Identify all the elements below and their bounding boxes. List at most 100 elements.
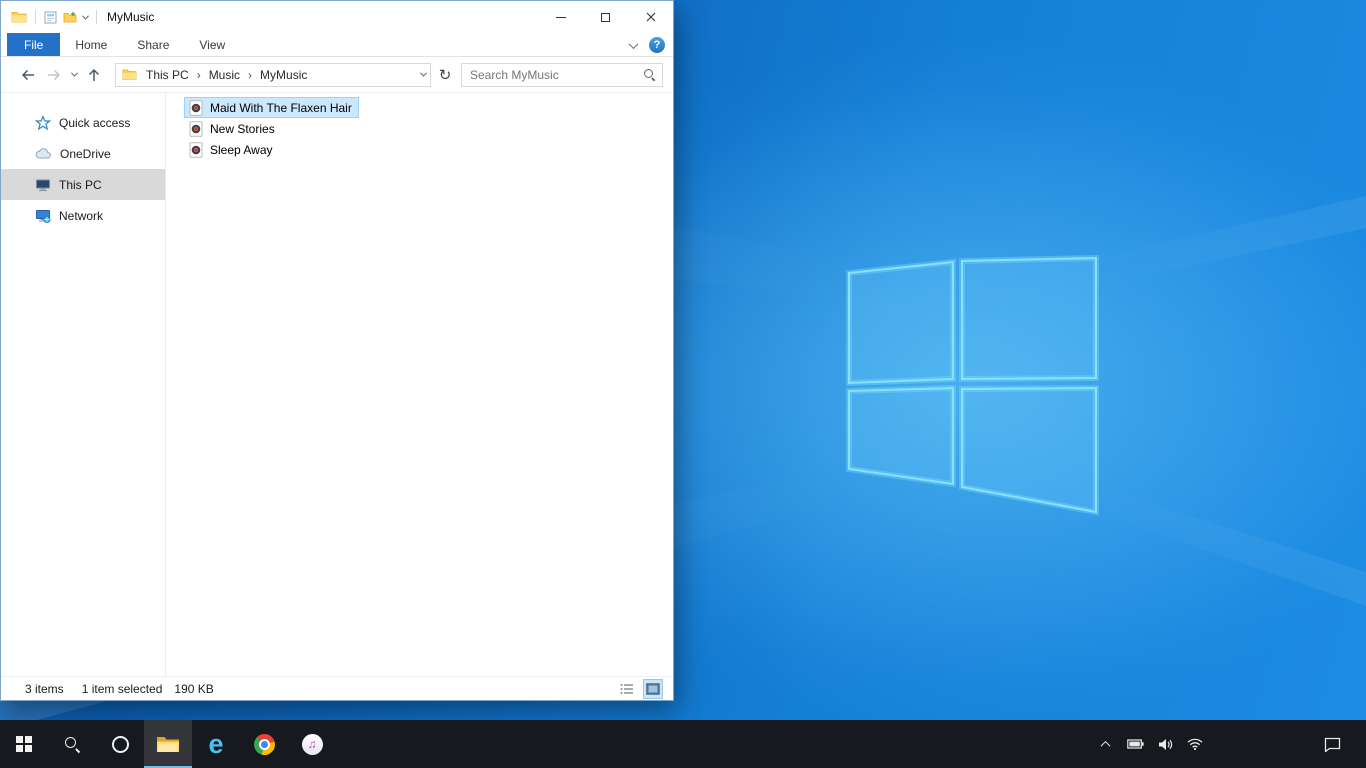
sidebar-item-onedrive[interactable]: OneDrive xyxy=(1,138,165,169)
forward-button[interactable] xyxy=(41,62,67,88)
sidebar-item-quick-access[interactable]: Quick access xyxy=(1,107,165,138)
file-explorer-icon xyxy=(157,737,179,752)
sidebar-item-label: Network xyxy=(59,208,104,223)
new-folder-icon[interactable] xyxy=(63,11,77,24)
sidebar-item-this-pc[interactable]: This PC xyxy=(1,169,165,200)
up-button[interactable] xyxy=(81,62,107,88)
music-file-icon xyxy=(189,99,203,116)
file-name: New Stories xyxy=(210,121,275,136)
sidebar-item-label: Quick access xyxy=(59,115,131,130)
ribbon-tab-bar: File Home Share View ? xyxy=(1,33,673,57)
taskbar-chrome-button[interactable] xyxy=(240,720,288,768)
chevron-down-icon xyxy=(70,69,78,77)
internet-explorer-icon: e xyxy=(208,728,224,759)
cloud-icon xyxy=(35,147,51,158)
chrome-icon xyxy=(253,733,275,755)
minimize-icon xyxy=(555,16,566,18)
desktop: MyMusic File Home Share View ? This PC ›… xyxy=(0,0,1366,768)
sidebar-item-label: OneDrive xyxy=(60,146,111,161)
tab-file[interactable]: File xyxy=(7,33,61,56)
navigation-pane: Quick access OneDrive This PC Network xyxy=(1,93,166,676)
recent-locations-button[interactable] xyxy=(67,62,81,88)
battery-status-button[interactable] xyxy=(1124,720,1146,768)
taskbar-itunes-button[interactable]: ♫ xyxy=(288,720,336,768)
start-button[interactable] xyxy=(0,720,48,768)
address-dropdown-chevron-icon[interactable] xyxy=(419,69,428,77)
tab-home[interactable]: Home xyxy=(60,33,122,56)
file-item-sleep-away[interactable]: Sleep Away xyxy=(184,139,280,160)
maximize-button[interactable] xyxy=(583,1,628,33)
help-icon[interactable]: ? xyxy=(649,37,665,53)
expand-ribbon-chevron-icon[interactable] xyxy=(628,38,639,49)
file-item-new-stories[interactable]: New Stories xyxy=(184,118,282,139)
separator xyxy=(35,10,36,24)
close-button[interactable] xyxy=(628,1,673,33)
breadcrumb-separator: › xyxy=(196,67,201,82)
network-status-button[interactable] xyxy=(1184,720,1206,768)
windows-logo-icon xyxy=(16,736,32,752)
view-switcher xyxy=(617,677,663,701)
music-file-icon xyxy=(189,141,203,158)
taskbar-file-explorer-button[interactable] xyxy=(144,720,192,768)
cortana-icon xyxy=(111,735,129,753)
breadcrumb-mymusic[interactable]: MyMusic xyxy=(256,68,311,82)
refresh-button[interactable]: ↻ xyxy=(433,63,457,87)
file-explorer-window: MyMusic File Home Share View ? This PC ›… xyxy=(0,0,674,701)
minimize-button[interactable] xyxy=(538,1,583,33)
battery-icon xyxy=(1126,739,1144,749)
folder-icon xyxy=(122,69,137,80)
cortana-button[interactable] xyxy=(96,720,144,768)
taskbar-internet-explorer-button[interactable]: e xyxy=(192,720,240,768)
star-icon xyxy=(35,114,51,130)
sidebar-item-network[interactable]: Network xyxy=(1,200,165,231)
tab-share[interactable]: Share xyxy=(122,33,184,56)
window-title: MyMusic xyxy=(107,10,155,24)
search-input[interactable] xyxy=(470,67,643,82)
status-selected-size: 190 KB xyxy=(174,681,214,696)
properties-icon[interactable] xyxy=(44,11,57,24)
back-arrow-icon xyxy=(21,69,34,80)
file-item-maid-with-the-flaxen-hair[interactable]: Maid With The Flaxen Hair xyxy=(184,97,359,118)
details-view-button[interactable] xyxy=(617,679,637,699)
status-bar: 3 items 1 item selected 190 KB xyxy=(1,676,673,700)
search-icon xyxy=(65,737,79,751)
breadcrumb-music[interactable]: Music xyxy=(205,68,244,82)
breadcrumb-separator: › xyxy=(248,67,253,82)
ribbon-right-controls: ? xyxy=(628,33,665,57)
large-icons-view-icon xyxy=(646,683,660,695)
title-bar[interactable]: MyMusic xyxy=(1,1,673,33)
computer-icon xyxy=(36,179,50,191)
itunes-icon: ♫ xyxy=(301,733,323,755)
customize-toolbar-chevron-icon[interactable] xyxy=(81,12,90,20)
file-list[interactable]: Maid With The Flaxen Hair New Stories Sl… xyxy=(166,93,673,676)
maximize-icon xyxy=(601,12,610,22)
network-icon xyxy=(36,209,51,223)
up-arrow-icon xyxy=(88,68,100,81)
back-button[interactable] xyxy=(15,62,41,88)
action-center-icon xyxy=(1324,737,1340,752)
address-bar[interactable]: This PC › Music › MyMusic xyxy=(115,62,431,87)
forward-arrow-icon xyxy=(48,69,61,80)
close-icon xyxy=(646,12,655,22)
taskbar: e ♫ xyxy=(0,720,1366,768)
search-icon[interactable] xyxy=(643,68,656,81)
volume-button[interactable] xyxy=(1154,720,1176,768)
music-file-icon xyxy=(189,120,203,137)
file-name: Maid With The Flaxen Hair xyxy=(210,100,352,115)
sidebar-item-label: This PC xyxy=(59,177,102,192)
show-hidden-icons-button[interactable] xyxy=(1094,720,1116,768)
window-body: Quick access OneDrive This PC Network Ma… xyxy=(1,93,673,676)
action-center-button[interactable] xyxy=(1312,720,1352,768)
status-selected-count: 1 item selected xyxy=(81,681,163,696)
system-tray xyxy=(1094,720,1206,768)
tab-view[interactable]: View xyxy=(184,33,240,56)
music-note-icon: ♫ xyxy=(307,737,317,751)
chevron-up-icon xyxy=(1100,740,1110,751)
breadcrumb-this-pc[interactable]: This PC xyxy=(142,68,193,82)
details-view-icon xyxy=(620,684,633,694)
speaker-icon xyxy=(1158,738,1172,750)
large-icons-view-button[interactable] xyxy=(643,679,663,699)
file-name: Sleep Away xyxy=(210,142,273,157)
search-box[interactable] xyxy=(461,62,663,87)
taskbar-search-button[interactable] xyxy=(48,720,96,768)
